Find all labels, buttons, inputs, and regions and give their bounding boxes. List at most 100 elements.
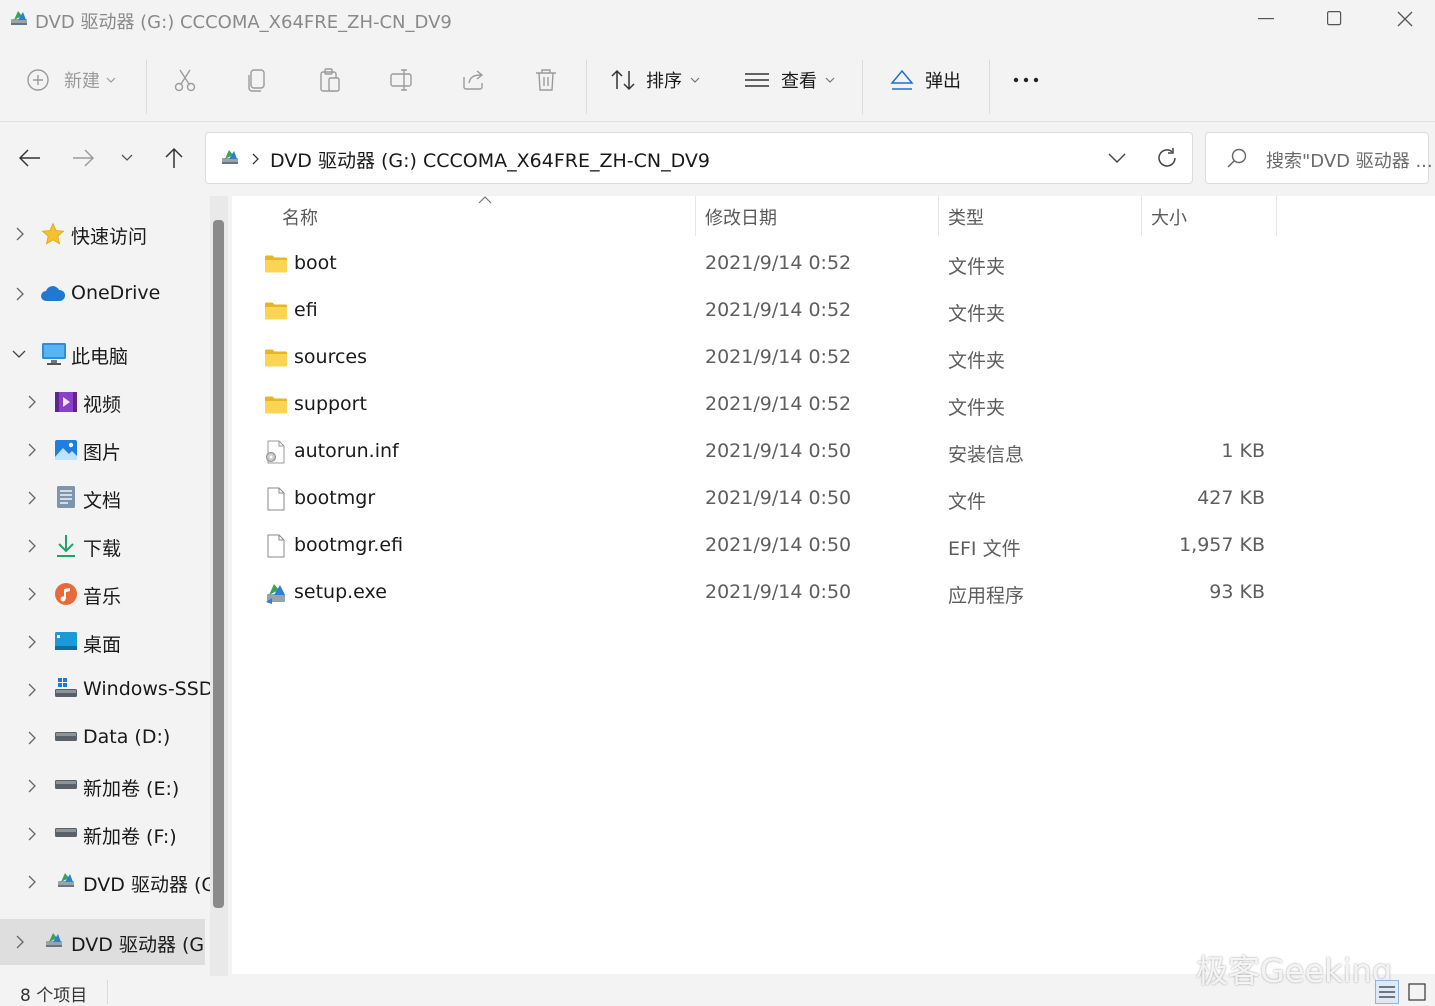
nav-item-dvd-drive-root[interactable]: DVD 驱动器 (G:) [0,919,205,965]
chevron-down-icon[interactable] [11,346,27,362]
address-bar[interactable]: DVD 驱动器 (G:) CCCOMA_X64FRE_ZH-CN_DV9 [205,132,1193,184]
nav-scrollbar-thumb[interactable] [213,220,224,908]
column-divider[interactable] [938,196,939,236]
column-header-modified[interactable]: 修改日期 [705,204,777,230]
file-modified: 2021/9/14 0:52 [705,252,852,274]
nav-label: 桌面 [83,634,122,656]
file-type: 文件夹 [948,256,1006,278]
file-name: boot [294,252,337,274]
trash-icon [536,69,556,91]
chevron-right-icon[interactable] [24,682,40,698]
nav-item-volume-e[interactable]: 新加卷 (E:) [0,763,213,809]
share-button[interactable] [461,50,491,110]
file-row[interactable]: setup.exe 2021/9/14 0:50 应用程序 93 KB [252,570,1432,617]
file-name: support [294,393,367,415]
monitor-icon [42,343,66,365]
cloud-icon [41,286,66,301]
close-button[interactable] [1375,0,1435,38]
search-box[interactable]: 搜索"DVD 驱动器 ... [1205,132,1433,184]
recent-locations-button[interactable] [107,138,147,178]
chevron-right-icon[interactable] [24,778,40,794]
up-button[interactable] [154,138,194,178]
sort-button[interactable]: 排序 [610,50,710,110]
share-icon [463,70,484,90]
file-name: efi [294,299,318,321]
minimize-button[interactable] [1236,0,1296,38]
sort-ascending-icon [478,196,492,204]
maximize-button[interactable] [1304,0,1364,38]
navigation-pane: 快速访问 OneDrive 此电脑 视频 图片 文档 下载 音乐 桌面 Wind… [0,196,213,976]
forward-button[interactable] [63,138,103,178]
refresh-icon[interactable] [1156,147,1178,169]
rename-button[interactable] [389,50,419,110]
nav-item-documents[interactable]: 文档 [0,475,213,521]
file-row[interactable]: autorun.inf 2021/9/14 0:50 安装信息 1 KB [252,429,1432,476]
chevron-right-icon[interactable] [24,634,40,650]
nav-item-desktop[interactable]: 桌面 [0,619,213,665]
chevron-right-icon[interactable] [24,538,40,554]
nav-label: DVD 驱动器 (G:) [71,934,205,956]
chevron-right-icon[interactable] [12,934,28,950]
paste-button[interactable] [317,50,347,110]
nav-item-pictures[interactable]: 图片 [0,427,213,473]
eject-button[interactable]: 弹出 [889,50,969,110]
column-divider[interactable] [695,196,696,236]
back-button[interactable] [10,138,50,178]
close-icon [1397,11,1413,27]
file-row[interactable]: bootmgr.efi 2021/9/14 0:50 EFI 文件 1,957 … [252,523,1432,570]
file-row[interactable]: efi 2021/9/14 0:52 文件夹 [252,288,1432,335]
chevron-down-icon [825,77,835,83]
nav-item-windows-ssd[interactable]: Windows-SSD [0,667,213,713]
nav-item-videos[interactable]: 视频 [0,379,213,425]
file-type: 安装信息 [948,444,1025,466]
chevron-right-icon[interactable] [24,874,40,890]
column-header-type[interactable]: 类型 [948,204,984,230]
new-button[interactable]: 新建 [26,50,126,110]
chevron-right-icon[interactable] [12,286,28,302]
chevron-right-icon[interactable] [24,394,40,410]
nav-label: 音乐 [83,586,122,608]
window-title: DVD 驱动器 (G:) CCCOMA_X64FRE_ZH-CN_DV9 [35,12,452,33]
address-path[interactable]: DVD 驱动器 (G:) CCCOMA_X64FRE_ZH-CN_DV9 [270,146,710,173]
search-input[interactable]: 搜索"DVD 驱动器 ... [1266,147,1433,173]
nav-item-music[interactable]: 音乐 [0,571,213,617]
cut-button[interactable] [172,50,202,110]
column-divider[interactable] [1141,196,1142,236]
details-view-button[interactable] [1375,980,1399,1004]
tiles-view-button[interactable] [1405,980,1429,1004]
view-button[interactable]: 查看 [744,50,844,110]
delete-button[interactable] [533,50,563,110]
more-options-button[interactable] [1013,50,1043,110]
chevron-down-icon[interactable] [1108,153,1126,163]
chevron-down-icon [121,154,133,161]
nav-item-quick-access[interactable]: 快速访问 [0,211,213,257]
file-row[interactable]: boot 2021/9/14 0:52 文件夹 [252,241,1432,288]
copy-button[interactable] [245,50,275,110]
nav-item-dvd-drive[interactable]: DVD 驱动器 (G [0,859,213,905]
column-header-name[interactable]: 名称 [282,204,318,230]
column-divider[interactable] [1276,196,1277,236]
nav-label: 新加卷 (F:) [83,826,177,848]
file-modified: 2021/9/14 0:50 [705,534,852,556]
nav-item-volume-f[interactable]: 新加卷 (F:) [0,811,213,857]
column-header-size[interactable]: 大小 [1151,204,1187,230]
chevron-right-icon[interactable] [24,586,40,602]
file-row[interactable]: bootmgr 2021/9/14 0:50 文件 427 KB [252,476,1432,523]
nav-item-downloads[interactable]: 下载 [0,523,213,569]
nav-item-data-d[interactable]: Data (D:) [0,715,213,761]
chevron-right-icon[interactable] [12,226,28,242]
music-icon [55,583,77,605]
nav-item-this-pc[interactable]: 此电脑 [0,331,213,377]
nav-item-onedrive[interactable]: OneDrive [0,271,213,317]
file-row[interactable]: sources 2021/9/14 0:52 文件夹 [252,335,1432,382]
new-label: 新建 [64,71,100,92]
maximize-icon [1327,11,1342,26]
chevron-right-icon[interactable] [24,490,40,506]
file-row[interactable]: support 2021/9/14 0:52 文件夹 [252,382,1432,429]
more-icon [1013,77,1039,83]
chevron-right-icon[interactable] [24,826,40,842]
chevron-right-icon[interactable] [24,730,40,746]
arrow-right-icon [73,149,94,167]
chevron-right-icon[interactable] [24,442,40,458]
folder-icon [265,302,287,320]
